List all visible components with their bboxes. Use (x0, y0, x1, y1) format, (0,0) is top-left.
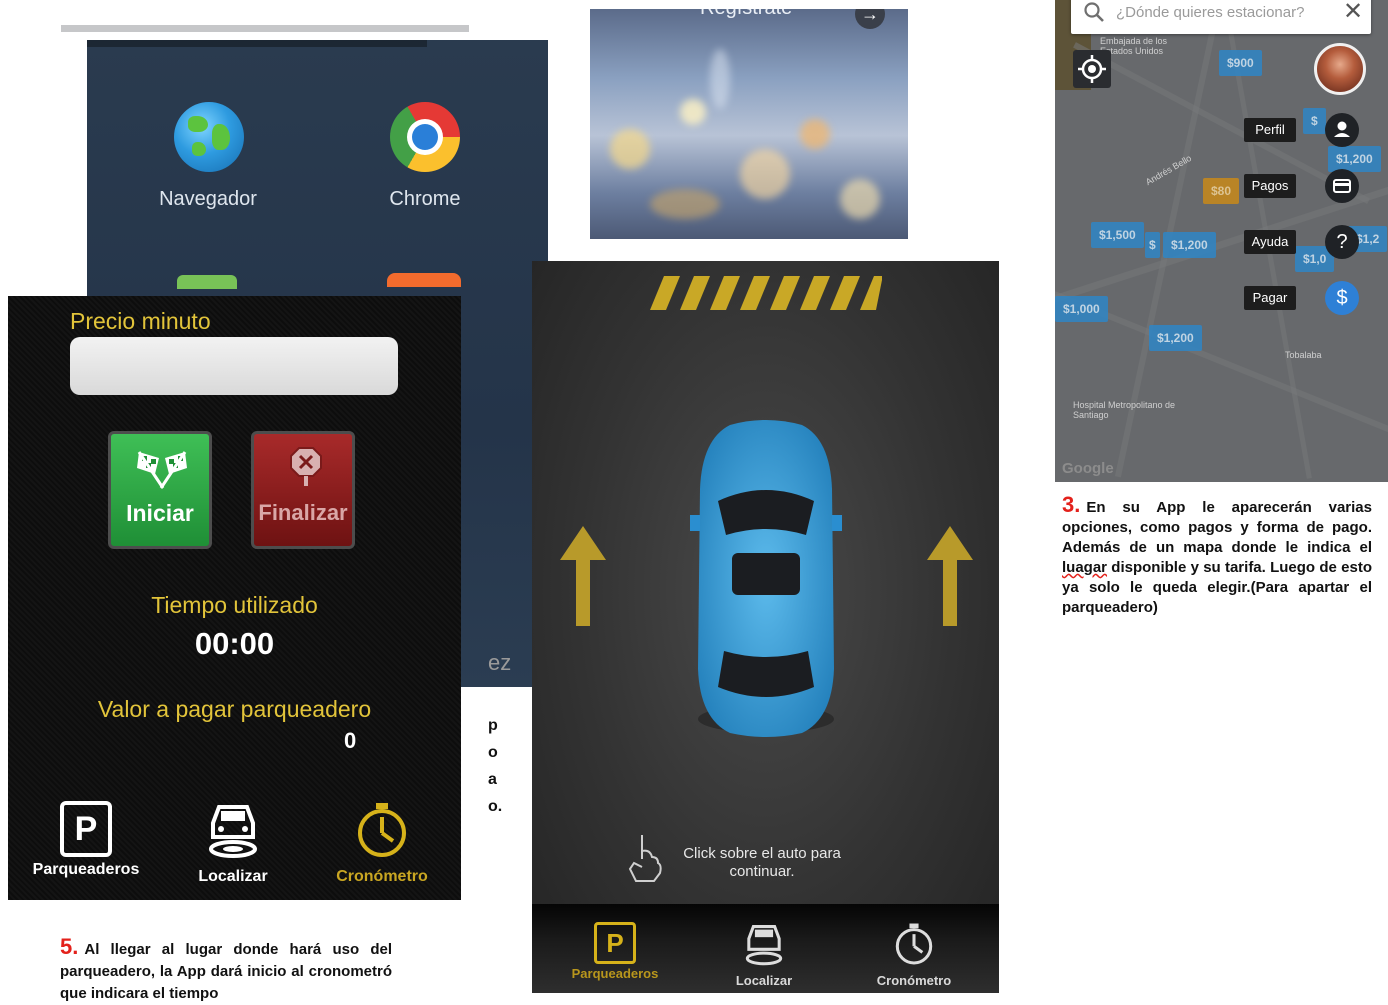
avatar[interactable] (1314, 43, 1366, 95)
stopwatch-icon (895, 923, 933, 965)
price-marker[interactable]: $1,000 (1055, 296, 1108, 322)
price-per-minute-field[interactable] (70, 337, 398, 395)
price-marker[interactable]: $ (1145, 232, 1160, 258)
car-locate-icon (209, 805, 257, 858)
parking-map-screen: Embajada de los Estados Unidos Tobalaba … (1055, 0, 1388, 482)
tap-hint-text: Click sobre el auto para continuar. (683, 845, 841, 880)
tap-hand-icon (628, 835, 662, 882)
clipped-text: ez (488, 650, 512, 675)
google-logo: Google (1062, 460, 1114, 477)
stop-sign-icon (290, 447, 322, 486)
nav-cronometro[interactable]: Cronómetro (849, 922, 979, 988)
step-5-caption: 5. Al llegar al lugar donde hará uso del … (60, 936, 392, 1005)
chrome-icon[interactable] (390, 102, 460, 172)
price-marker[interactable]: $1,200 (1149, 325, 1202, 351)
stopwatch-icon (358, 803, 406, 857)
next-arrow-button[interactable]: → (855, 9, 885, 29)
step-number: 5. (60, 934, 79, 959)
price-marker[interactable]: $1,200 (1163, 232, 1216, 258)
menu-label-pagos[interactable]: Pagos (1244, 174, 1296, 198)
step-text: disponible y su tarifa. Luego de esto ya… (1062, 559, 1372, 616)
arrow-up-icon (560, 526, 606, 626)
amount-due-value: 0 (344, 728, 357, 753)
arrow-up-icon (927, 526, 973, 626)
time-used-label: Tiempo utilizado (151, 592, 318, 618)
signup-screen-background: Regístrate → (590, 9, 908, 239)
parking-icon: P (60, 801, 112, 857)
misspelled-word: luagar (1062, 559, 1108, 576)
nav-label: Parqueaderos (571, 966, 659, 981)
stop-button-label: Finalizar (258, 500, 348, 525)
stop-button[interactable]: Finalizar (251, 431, 355, 549)
app-icon-partial[interactable] (387, 273, 461, 287)
nav-label: Parqueaderos (32, 861, 140, 878)
step-text: En su App le aparecerán varias opciones,… (1062, 499, 1372, 556)
hazard-stripes (650, 276, 882, 310)
map-label: Hospital Metropolitano de Santiago (1073, 400, 1176, 420)
map-label: Tobalaba (1285, 350, 1322, 360)
price-marker[interactable]: $80 (1203, 178, 1240, 204)
wallpaper-strip (87, 40, 427, 47)
time-used-value: 00:00 (194, 626, 275, 661)
card-icon[interactable] (1325, 169, 1359, 203)
chronometer-screen: Precio minuto Iniciar Finalizar Tiempo u… (8, 296, 461, 900)
help-icon[interactable]: ? (1325, 225, 1359, 259)
locate-me-button[interactable] (1073, 50, 1111, 88)
dollar-icon[interactable]: $ (1325, 281, 1359, 315)
menu-label-perfil[interactable]: Perfil (1244, 118, 1296, 142)
app-label-chrome[interactable]: Chrome (345, 188, 505, 211)
menu-label-ayuda[interactable]: Ayuda (1244, 230, 1296, 254)
price-marker[interactable]: $900 (1219, 50, 1262, 76)
checkered-flag-icon (137, 451, 187, 489)
price-marker[interactable]: $1,500 (1091, 222, 1144, 248)
map-label: Embajada de los Estados Unidos (1100, 36, 1168, 56)
amount-due-label: Valor a pagar parqueadero (97, 696, 372, 722)
crosshair-icon (1078, 55, 1106, 83)
nav-label: Localizar (198, 868, 268, 885)
search-icon (1084, 2, 1104, 22)
clipped-caption: p o a o. (488, 717, 503, 815)
menu-label-pagar[interactable]: Pagar (1244, 286, 1296, 310)
app-label-navegador[interactable]: Navegador (128, 188, 288, 211)
status-bar-strip (61, 25, 469, 32)
close-icon[interactable]: ✕ (1343, 0, 1363, 24)
maps-icon[interactable] (177, 275, 237, 289)
parking-car-screen: Click sobre el auto para continuar. P Pa… (532, 261, 999, 993)
step-number: 3. (1062, 492, 1081, 517)
nav-cronometro[interactable]: Cronómetro (322, 801, 442, 886)
search-bar[interactable]: ¿Dónde quieres estacionar? ✕ (1071, 0, 1371, 34)
bottom-nav: P Parqueaderos Localizar Cronómetro (532, 904, 999, 993)
nav-label: Cronómetro (876, 973, 952, 988)
nav-parqueaderos[interactable]: P Parqueaderos (550, 922, 680, 981)
step-3-caption: 3. En su App le aparecerán varias opcione… (1062, 492, 1372, 618)
start-button-label: Iniciar (126, 500, 194, 526)
parking-icon: P (594, 922, 636, 964)
nav-localizar[interactable]: Localizar (173, 801, 293, 886)
search-input[interactable]: ¿Dónde quieres estacionar? (1116, 4, 1304, 21)
start-button[interactable]: Iniciar (108, 431, 212, 549)
person-icon[interactable] (1325, 113, 1359, 147)
car-locate-icon (745, 925, 783, 966)
price-per-minute-label: Precio minuto (70, 308, 211, 334)
nav-label: Cronómetro (336, 868, 428, 885)
nav-localizar[interactable]: Localizar (699, 922, 829, 988)
car-icon[interactable] (690, 419, 842, 741)
nav-parqueaderos[interactable]: P Parqueaderos (26, 801, 146, 879)
signup-title: Regístrate (700, 9, 792, 20)
nav-label: Localizar (735, 973, 793, 988)
price-marker[interactable]: $ (1303, 108, 1326, 134)
globe-icon[interactable] (174, 102, 244, 172)
